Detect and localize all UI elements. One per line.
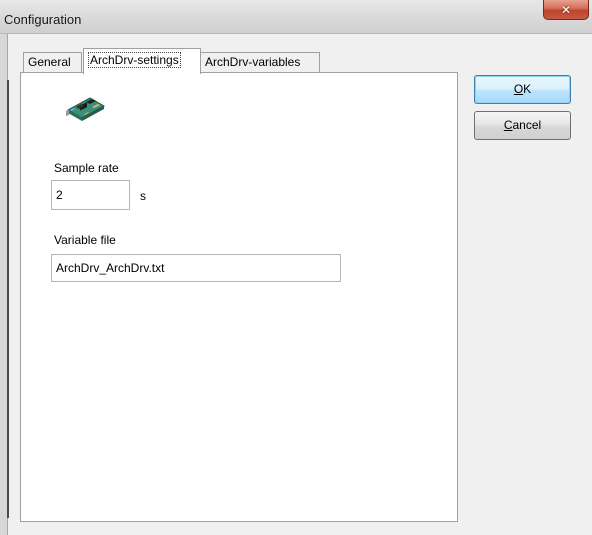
tab-archdrv-variables[interactable]: ArchDrv-variables bbox=[200, 52, 320, 72]
window-left-shadow bbox=[7, 80, 9, 518]
variable-file-label: Variable file bbox=[54, 233, 116, 247]
ok-button[interactable]: OK bbox=[474, 75, 571, 104]
configuration-dialog: Configuration ✕ General ArchDrv-settings… bbox=[0, 0, 592, 535]
title-bar[interactable]: Configuration ✕ bbox=[0, 0, 592, 34]
tab-panel-archdrv-settings bbox=[20, 72, 458, 522]
sample-rate-unit: s bbox=[140, 189, 146, 203]
ok-label-rest: K bbox=[523, 82, 532, 96]
tab-archdrv-settings-label: ArchDrv-settings bbox=[88, 52, 181, 68]
tab-archdrv-variables-label: ArchDrv-variables bbox=[205, 55, 301, 69]
tab-archdrv-settings[interactable]: ArchDrv-settings bbox=[83, 48, 201, 74]
tab-general[interactable]: General bbox=[23, 52, 82, 72]
expansion-card-icon bbox=[66, 97, 106, 121]
window-title: Configuration bbox=[4, 12, 82, 27]
close-button[interactable]: ✕ bbox=[543, 0, 589, 20]
variable-file-input[interactable]: ArchDrv_ArchDrv.txt bbox=[51, 254, 341, 282]
tab-general-label: General bbox=[28, 55, 71, 69]
sample-rate-input[interactable]: 2 bbox=[51, 180, 130, 210]
ok-mnemonic: O bbox=[513, 82, 524, 96]
cancel-button[interactable]: Cancel bbox=[474, 111, 571, 140]
sample-rate-label: Sample rate bbox=[54, 161, 119, 175]
close-icon: ✕ bbox=[560, 2, 572, 17]
window-left-border bbox=[0, 34, 7, 535]
cancel-label-rest: ancel bbox=[512, 118, 542, 132]
